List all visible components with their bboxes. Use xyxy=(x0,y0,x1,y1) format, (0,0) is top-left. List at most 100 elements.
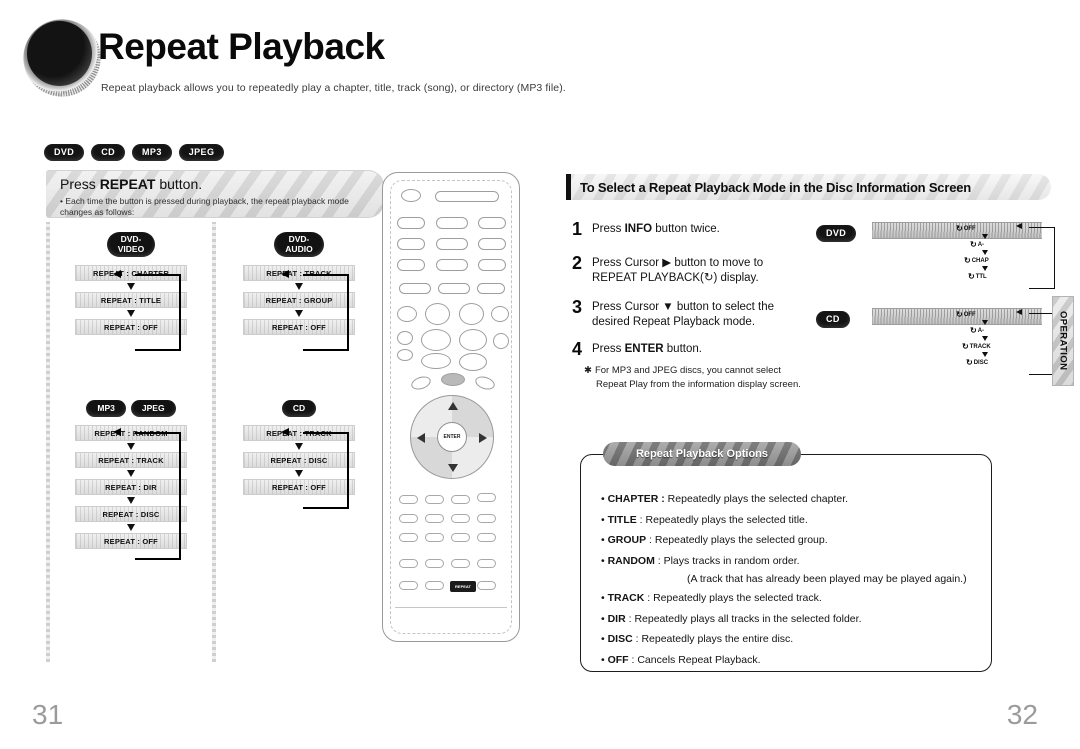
disc-mode-label: CHAP xyxy=(971,257,989,264)
remote-volume-up-button xyxy=(421,329,451,351)
remote-button xyxy=(438,283,470,294)
flow-loop-line xyxy=(303,432,349,509)
option-item: • TRACK : Repeatedly plays the selected … xyxy=(601,592,822,604)
flow-loop-line xyxy=(303,274,349,351)
option-desc: : Repeatedly plays the selected title. xyxy=(636,513,808,526)
flow-loop-arrowhead-icon xyxy=(113,428,121,436)
remote-function-key xyxy=(399,559,418,568)
remote-button xyxy=(491,306,509,322)
remote-button xyxy=(436,217,468,229)
option-item: • TITLE : Repeatedly plays the selected … xyxy=(601,513,808,526)
remote-channel-down-button xyxy=(459,353,487,371)
remote-button xyxy=(459,303,484,325)
disc-mode-item: ↻ CHAP xyxy=(956,255,1036,266)
remote-number-key xyxy=(425,533,444,542)
disc-mode-label: OFF xyxy=(963,311,976,318)
flow-label-line1: DVD- xyxy=(120,234,142,244)
flow-label-line1: DVD- xyxy=(288,234,310,244)
remote-function-key xyxy=(399,581,418,590)
remote-button xyxy=(397,259,425,271)
option-subnote: (A track that has already been played ma… xyxy=(687,573,967,585)
remote-number-key xyxy=(451,495,470,504)
disc-badge-cd: CD xyxy=(816,311,850,328)
remote-button xyxy=(436,238,468,250)
remote-number-key xyxy=(451,514,470,523)
footnote-text1: For MP3 and JPEG discs, you cannot selec… xyxy=(594,365,781,376)
disc-display-cd: CD ↻ OFF ↻ A- ↻ TRACK ↻ DISC xyxy=(816,308,1066,380)
press-repeat-title: Press REPEAT button. xyxy=(60,176,202,192)
page-banner: Repeat Playback Repeat playback allows y… xyxy=(0,0,1080,125)
side-tab-operation: OPERATION xyxy=(1052,296,1074,386)
footnote-line1: ✱ For MP3 and JPEG discs, you cannot sele… xyxy=(584,364,801,378)
remote-volume-down-button xyxy=(421,353,451,369)
disc-display-modes: ↻ OFF ↻ A- ↻ TRACK ↻ DISC xyxy=(956,309,1036,368)
option-term: GROUP xyxy=(607,534,647,546)
dpad-down-icon xyxy=(448,464,458,472)
remote-dpad: ENTER xyxy=(410,395,494,479)
remote-button xyxy=(436,259,468,271)
remote-button xyxy=(478,217,506,229)
repeat-glyph-icon: ↻ xyxy=(966,358,973,367)
remote-enter-button: ENTER xyxy=(437,422,467,452)
remote-number-key xyxy=(399,495,418,504)
remote-button xyxy=(397,331,413,345)
step-text: Press ENTER button. xyxy=(592,343,702,355)
step-text-line2: desired Repeat Playback mode. xyxy=(592,316,756,328)
remote-divider xyxy=(395,607,507,608)
remote-function-key xyxy=(477,581,496,590)
flow-loop-arrowhead-icon xyxy=(281,270,289,278)
flow-label-jpeg: JPEG xyxy=(130,400,176,417)
remote-function-key xyxy=(477,559,496,568)
flow-arrow-icon xyxy=(127,310,135,317)
asterisk-icon: ✱ xyxy=(584,365,592,376)
step-2: 2 Press Cursor ▶ button to move to REPEA… xyxy=(572,254,764,286)
option-item: • GROUP : Repeatedly plays the selected … xyxy=(601,534,828,546)
flow-label-cd: CD xyxy=(281,400,317,417)
section-header-title: To Select a Repeat Playback Mode in the … xyxy=(580,179,971,195)
option-desc: Repeatedly plays the selected chapter. xyxy=(664,493,849,505)
option-term: OFF xyxy=(607,653,629,666)
flow-label-mp3: MP3 xyxy=(86,400,126,417)
dpad-left-icon xyxy=(417,433,425,443)
flow-arrow-icon xyxy=(127,497,135,504)
step-text-line2: REPEAT PLAYBACK(↻) display. xyxy=(592,272,759,284)
repeat-glyph-icon: ↻ xyxy=(962,342,969,351)
disc-mode-item: ↻ A- xyxy=(956,239,1036,250)
disc-mode-item: ↻ DISC xyxy=(956,357,1036,368)
option-term: CHAPTER : xyxy=(607,493,665,505)
remote-button xyxy=(441,373,465,386)
option-term: RANDOM xyxy=(607,554,655,567)
repeat-playback-options-box: Repeat Playback Options • CHAPTER : Repe… xyxy=(580,442,992,672)
disc-display-modes: ↻ OFF ↻ A- ↻ CHAP ↻ TTL xyxy=(956,223,1036,282)
remote-button xyxy=(397,238,425,250)
page-subtitle: Repeat playback allows you to repeatedly… xyxy=(101,82,566,94)
remote-button xyxy=(397,349,413,361)
press-repeat-bold: REPEAT xyxy=(99,176,156,192)
step-text-line1: Press Cursor ▶ button to move to xyxy=(592,257,764,269)
flow-arrow-icon xyxy=(127,283,135,290)
step-number: 1 xyxy=(572,219,583,239)
flow-arrow-icon xyxy=(295,470,303,477)
press-repeat-suffix: button. xyxy=(155,176,203,192)
option-desc: : Cancels Repeat Playback. xyxy=(628,653,761,666)
flow-arrow-icon xyxy=(295,443,303,450)
option-term: DISC xyxy=(607,633,633,645)
disc-mode-item: ↻ TTL xyxy=(956,271,1036,282)
remote-button xyxy=(478,238,506,250)
flowchart-mp3-jpeg-label: MP3 JPEG xyxy=(56,400,206,417)
page-number-right: 32 xyxy=(1006,699,1038,730)
remote-channel-up-button xyxy=(459,329,487,351)
flowchart-dvd-video: DVD- VIDEO REPEAT : CHAPTER REPEAT : TIT… xyxy=(56,232,206,351)
option-term: TITLE xyxy=(607,513,637,526)
flow-arrow-icon xyxy=(127,470,135,477)
disc-badge-dvd: DVD xyxy=(816,225,857,242)
repeat-glyph-icon: ↻ xyxy=(964,256,971,265)
repeat-glyph-icon: ↻ xyxy=(970,240,977,249)
remote-number-key xyxy=(477,493,496,502)
remote-number-key xyxy=(425,495,444,504)
step-number: 3 xyxy=(572,297,583,317)
disc-mode-item: ↻ OFF xyxy=(956,309,1036,320)
remote-number-key xyxy=(399,514,418,523)
option-item: • CHAPTER : Repeatedly plays the selecte… xyxy=(601,493,849,505)
step-1: 1 Press INFO button twice. xyxy=(572,219,720,239)
